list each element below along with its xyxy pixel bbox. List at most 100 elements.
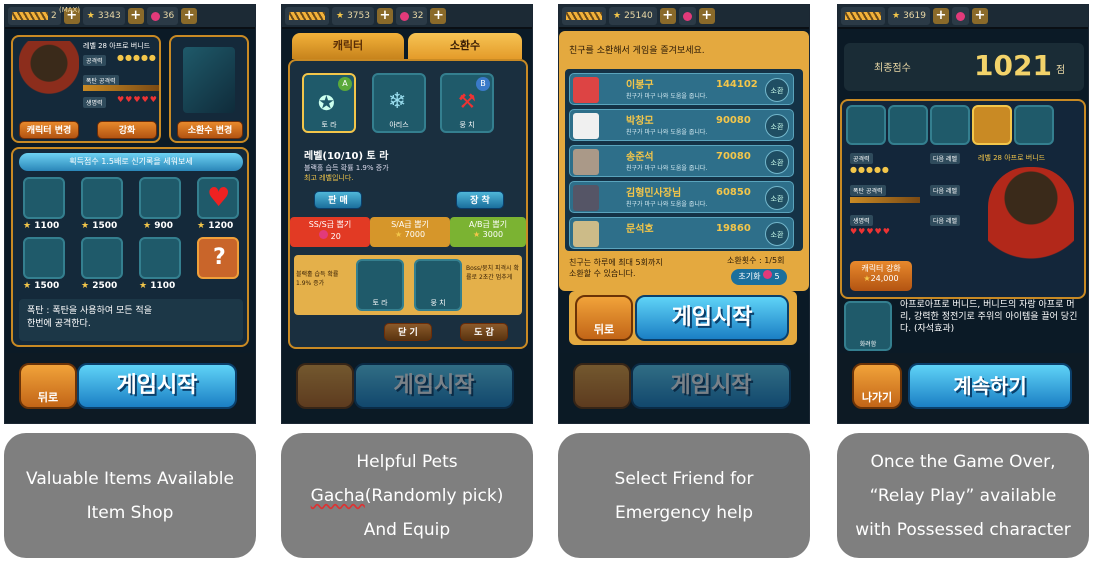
change-pet-button[interactable]: 소환수 변경 xyxy=(177,121,243,139)
char-slot-5[interactable] xyxy=(1014,105,1054,145)
avatar xyxy=(573,221,599,247)
start-game-button[interactable]: 게임시작 xyxy=(635,295,789,341)
star-count: 3753 xyxy=(347,11,370,21)
add-stars-button[interactable]: + xyxy=(127,8,144,24)
grade-badge: A xyxy=(338,77,352,91)
friend-score: 19860 xyxy=(716,223,751,234)
tab-character[interactable]: 캐릭터 xyxy=(292,33,404,59)
character-portrait xyxy=(988,167,1074,291)
summon-button[interactable]: 소환 xyxy=(765,222,789,246)
add-stars-button[interactable]: + xyxy=(659,8,676,24)
friend-row[interactable]: 문석호 19860 소환 xyxy=(569,217,794,249)
life-hearts: ♥♥♥♥♥ xyxy=(850,227,891,236)
shop-item-missile-2[interactable] xyxy=(81,237,123,279)
char-slot-3[interactable] xyxy=(930,105,970,145)
skill-description: 아프로아프로 버니드, 버니드의 자랑 아프로 머리, 강력한 정전기로 주위의… xyxy=(900,300,1078,334)
equipped-pets: 블랙홀 습득 확률 1.9% 증가 토 라 뭉 치 Boss/뭉치 피격시 확률… xyxy=(294,255,522,315)
stat-attack-label: 공격력 xyxy=(83,55,106,66)
back-button[interactable]: 뒤로 xyxy=(575,295,633,341)
pet-book-button[interactable]: 도 감 xyxy=(460,323,508,341)
energy-bar-icon xyxy=(566,12,602,20)
shop-item-mystery-box[interactable]: ? xyxy=(197,237,239,279)
upgrade-character-button[interactable]: 캐릭터 강화 ★24,000 xyxy=(850,261,912,291)
tab-summon[interactable]: 소환수 xyxy=(408,33,522,59)
reset-button[interactable]: 초기화 5 xyxy=(731,269,787,285)
add-gems-button[interactable]: + xyxy=(971,8,988,24)
summon-button[interactable]: 소환 xyxy=(765,78,789,102)
friend-sub: 친구가 마구 나와 도움을 줍니다. xyxy=(626,201,708,208)
price-4: ★ 1200 xyxy=(197,221,234,231)
summon-button[interactable]: 소환 xyxy=(765,150,789,174)
stat-bomb-label: 폭탄 공격력 xyxy=(850,185,886,196)
friend-row[interactable]: 박창모 친구가 마구 나와 도움을 줍니다. 90080 소환 xyxy=(569,109,794,141)
pet-desc: 블랙홀 습득 확률 1.9% 증가 xyxy=(304,164,389,172)
star-count: 25140 xyxy=(624,11,653,21)
friend-panel: 친구를 소환해서 게임을 즐겨보세요. 이봉구 친구가 마구 나와 도움을 줍니다… xyxy=(559,31,809,291)
exit-button[interactable]: 나가기 xyxy=(852,363,902,409)
friend-row[interactable]: 송준석 친구가 마구 나와 도움을 줍니다. 70080 소환 xyxy=(569,145,794,177)
add-gems-button[interactable]: + xyxy=(181,8,198,24)
character-title: 레벨 28 아프로 버니드 xyxy=(978,154,1046,162)
star-counter: ★ 25140 xyxy=(609,7,657,25)
continue-button[interactable]: 계속하기 xyxy=(908,363,1072,409)
equip-button[interactable]: 장 착 xyxy=(456,191,504,209)
gem-counter: 36 xyxy=(146,7,179,25)
friend-score: 60850 xyxy=(716,187,751,198)
desc-line-1: 폭탄 : 폭탄을 사용하여 모든 적을 xyxy=(27,306,152,316)
back-button-faded xyxy=(573,363,631,409)
gacha-sa-button[interactable]: S/A급 뽑기 ★ 7000 xyxy=(370,217,450,247)
shop-item-missile[interactable] xyxy=(23,237,65,279)
friend-name: 김형민사장님 xyxy=(626,188,682,199)
shop-item-coins[interactable] xyxy=(81,177,123,219)
char-slot-1[interactable] xyxy=(846,105,886,145)
pet-max-level: 최고 레벨입니다. xyxy=(304,174,354,182)
pet-slot-mungchi[interactable]: B ⚒ 뭉 치 xyxy=(440,73,494,133)
pet-slot-aris[interactable]: ❄ 아리스 xyxy=(372,73,426,133)
start-game-button[interactable]: 게임시작 xyxy=(77,363,237,409)
char-slot-2[interactable] xyxy=(888,105,928,145)
char-slot-afro-selected[interactable] xyxy=(972,105,1012,145)
change-character-button[interactable]: 캐릭터 변경 xyxy=(19,121,79,139)
gem-icon xyxy=(955,11,965,21)
friend-name: 박창모 xyxy=(626,116,654,127)
summon-button[interactable]: 소환 xyxy=(765,186,789,210)
friend-row[interactable]: 김형민사장님친구가 마구 나와 도움을 줍니다. 60850 소환 xyxy=(569,181,794,213)
pet-slot-tora[interactable]: A ✪ 토 라 xyxy=(302,73,356,133)
add-stars-button[interactable]: + xyxy=(932,8,949,24)
gem-icon xyxy=(150,11,160,21)
shop-item-money-bag[interactable] xyxy=(23,177,65,219)
status-bar: ★ 3619 + + xyxy=(838,5,1088,29)
upgrade-button[interactable]: 강화 xyxy=(97,121,157,139)
attack-rating: ●●●●● xyxy=(117,53,157,62)
gacha-ss-button[interactable]: SS/S급 뽑기 20 xyxy=(290,217,370,247)
equipped-slot-1[interactable]: 토 라 xyxy=(356,259,404,311)
caption-line: with Possessed character xyxy=(855,519,1071,540)
bottom-bar: 뒤로 게임시작 xyxy=(5,353,255,423)
friend-panel-header: 친구를 소환해서 게임을 즐겨보세요. xyxy=(569,46,705,56)
friend-name: 송준석 xyxy=(626,152,654,163)
gacha-ab-button[interactable]: A/B급 뽑기 ★ 3000 xyxy=(450,217,526,247)
close-button[interactable]: 닫 기 xyxy=(384,323,432,341)
add-gems-button[interactable]: + xyxy=(430,8,447,24)
caption-line: Helpful Pets xyxy=(356,451,458,472)
shop-item-magnet[interactable] xyxy=(139,177,181,219)
equipped-slot-2[interactable]: 뭉 치 xyxy=(414,259,462,311)
friend-row[interactable]: 이봉구 친구가 마구 나와 도움을 줍니다. 144102 소환 xyxy=(569,73,794,105)
summon-button[interactable]: 소환 xyxy=(765,114,789,138)
add-stars-button[interactable]: + xyxy=(376,8,393,24)
add-gems-button[interactable]: + xyxy=(698,8,715,24)
energy-count: 2 xyxy=(51,11,57,21)
shop-item-money-bag-2[interactable] xyxy=(139,237,181,279)
gem-counter xyxy=(951,7,969,25)
final-score-box: 최종점수 1021 점 xyxy=(844,43,1084,91)
desc-line-2: 한번에 공격한다. xyxy=(27,319,91,329)
sell-button[interactable]: 판 매 xyxy=(314,191,362,209)
back-button[interactable]: 뒤로 xyxy=(19,363,77,409)
final-score-value: 1021 xyxy=(974,49,1052,82)
shop-item-heart[interactable]: ♥ xyxy=(197,177,239,219)
back-button xyxy=(296,363,354,409)
energy-meter: 2 xyxy=(8,7,61,25)
caption-line: Valuable Items Available xyxy=(26,468,234,489)
question-mark-icon: ? xyxy=(213,245,226,270)
score-boost-banner: 획득점수 1.5배로 신기록을 세워보세 xyxy=(19,153,243,171)
